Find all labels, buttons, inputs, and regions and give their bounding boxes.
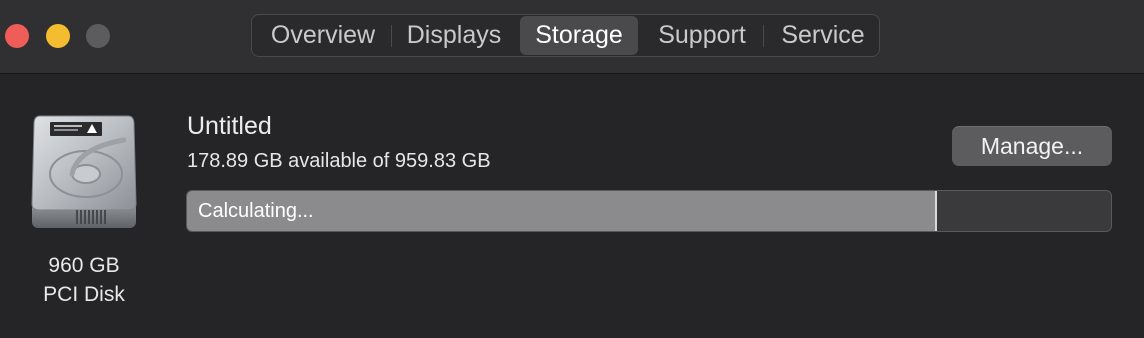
tab-storage[interactable]: Storage: [520, 16, 638, 55]
volume-name: Untitled: [187, 112, 272, 140]
disk-type-label: PCI Disk: [43, 283, 125, 306]
hard-drive-icon: [31, 115, 137, 228]
close-window-button[interactable]: [5, 24, 29, 48]
zoom-window-button[interactable]: [86, 24, 110, 48]
title-bar: Overview Displays Storage Support Servic…: [0, 0, 1144, 74]
tab-service[interactable]: Service: [768, 15, 878, 56]
disk-size-label: 960 GB: [48, 254, 120, 277]
tab-bar: Overview Displays Storage Support Servic…: [251, 14, 880, 57]
manage-button[interactable]: Manage...: [952, 126, 1112, 166]
volume-availability: 178.89 GB available of 959.83 GB: [187, 150, 491, 172]
tab-displays[interactable]: Displays: [394, 15, 514, 56]
storage-usage-bar: Calculating...: [186, 190, 1112, 232]
storage-status-label: Calculating...: [198, 200, 314, 222]
tab-divider: [763, 25, 764, 47]
tab-divider: [391, 25, 392, 47]
minimize-window-button[interactable]: [46, 24, 70, 48]
tab-overview[interactable]: Overview: [258, 15, 388, 56]
tab-support[interactable]: Support: [646, 15, 758, 56]
